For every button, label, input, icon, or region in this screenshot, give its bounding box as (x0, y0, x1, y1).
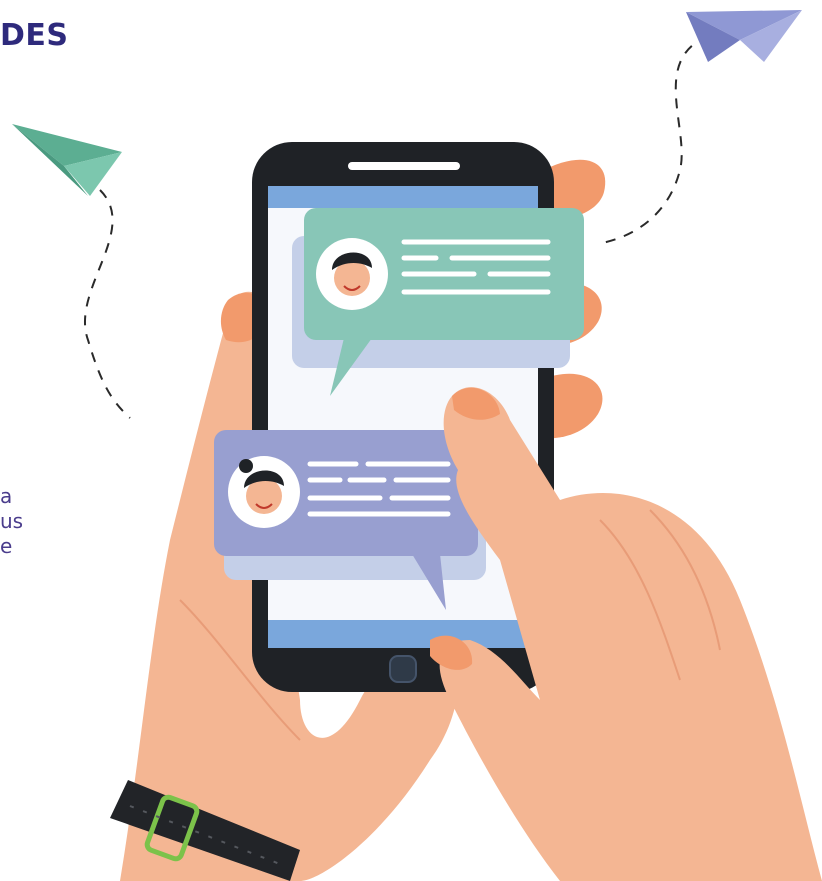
screen-top-bar (268, 186, 538, 208)
flight-path-right (601, 35, 709, 244)
home-button (389, 655, 417, 683)
paper-plane-icon (686, 10, 802, 62)
flight-path-left (84, 189, 131, 419)
chat-bubble-green (292, 208, 584, 396)
screen-bottom-bar (268, 620, 538, 648)
paper-plane-icon (12, 124, 122, 196)
phone-speaker (348, 162, 460, 170)
chat-phone-illustration (12, 10, 822, 881)
